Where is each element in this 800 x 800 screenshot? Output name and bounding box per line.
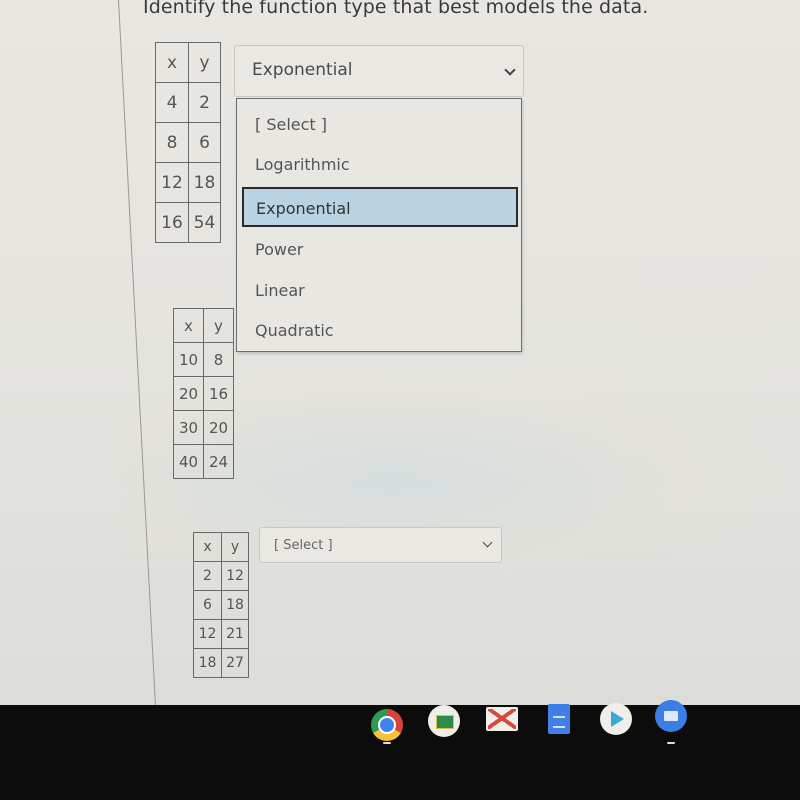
cell-x: 12: [155, 162, 189, 203]
table-row: 12 18: [155, 162, 221, 203]
data-table-2: x y 10 8 20 16 30 20 40 24: [173, 308, 234, 479]
chrome-icon[interactable]: [371, 709, 403, 741]
cell-x: 10: [173, 342, 204, 377]
table-row: 16 54: [155, 202, 221, 243]
play-store-icon[interactable]: [600, 703, 632, 735]
option-exponential[interactable]: Exponential: [242, 187, 518, 227]
table-row: 40 24: [173, 444, 234, 479]
cell-x: 30: [173, 410, 204, 445]
cell-y: 27: [221, 648, 249, 678]
cell-x: 6: [193, 590, 222, 620]
dropdown-list: [ Select ] Logarithmic Exponential Power…: [236, 98, 522, 352]
cell-y: 54: [188, 202, 221, 243]
select-value: [ Select ]: [274, 538, 333, 553]
table-row: 18 27: [193, 648, 249, 678]
header-x: x: [193, 532, 222, 562]
running-indicator: [383, 742, 391, 744]
option-logarithmic[interactable]: Logarithmic: [243, 145, 517, 185]
cell-y: 24: [203, 444, 234, 479]
function-type-select-3[interactable]: [ Select ]: [259, 527, 502, 563]
cell-y: 20: [203, 410, 234, 445]
option-power[interactable]: Power: [243, 230, 517, 270]
cell-x: 18: [193, 648, 222, 678]
cell-x: 12: [193, 619, 222, 649]
cell-y: 6: [188, 122, 221, 163]
cell-x: 8: [155, 122, 189, 163]
header-x: x: [155, 42, 189, 83]
table-header-row: x y: [173, 308, 234, 343]
option-select[interactable]: [ Select ]: [243, 105, 517, 145]
cell-y: 8: [203, 342, 234, 377]
google-classroom-icon[interactable]: [428, 705, 460, 737]
cell-y: 18: [221, 590, 249, 620]
google-docs-icon[interactable]: [548, 704, 570, 734]
cell-y: 12: [221, 561, 249, 591]
chevron-down-icon: [482, 537, 493, 548]
header-y: y: [221, 532, 249, 562]
header-x: x: [173, 308, 204, 343]
data-table-1: x y 4 2 8 6 12 18 16 54: [155, 42, 221, 243]
table-row: 20 16: [173, 376, 234, 411]
cell-y: 18: [188, 162, 221, 203]
cell-y: 21: [221, 619, 249, 649]
table-header-row: x y: [155, 42, 221, 83]
function-type-select-1[interactable]: Exponential: [234, 45, 524, 97]
cell-y: 2: [188, 82, 221, 123]
table-row: 10 8: [173, 342, 234, 377]
cell-y: 16: [203, 376, 234, 411]
table-row: 8 6: [155, 122, 221, 163]
table-row: 6 18: [193, 590, 249, 620]
option-linear[interactable]: Linear: [243, 271, 517, 311]
cell-x: 16: [155, 202, 189, 243]
table-row: 12 21: [193, 619, 249, 649]
table-row: 30 20: [173, 410, 234, 445]
cell-x: 20: [173, 376, 204, 411]
cell-x: 2: [193, 561, 222, 591]
header-y: y: [203, 308, 234, 343]
question-text: Identify the function type that best mod…: [143, 0, 649, 18]
running-indicator: [667, 742, 675, 744]
cell-x: 40: [173, 444, 204, 479]
table-row: 4 2: [155, 82, 221, 123]
data-table-3: x y 2 12 6 18 12 21 18 27: [193, 532, 249, 678]
select-value: Exponential: [252, 60, 353, 80]
header-y: y: [188, 42, 221, 83]
files-icon[interactable]: [655, 700, 687, 732]
gmail-icon[interactable]: [486, 707, 518, 731]
cell-x: 4: [155, 82, 189, 123]
table-header-row: x y: [193, 532, 249, 562]
table-row: 2 12: [193, 561, 249, 591]
chevron-down-icon: [504, 64, 516, 76]
option-quadratic[interactable]: Quadratic: [243, 311, 517, 351]
